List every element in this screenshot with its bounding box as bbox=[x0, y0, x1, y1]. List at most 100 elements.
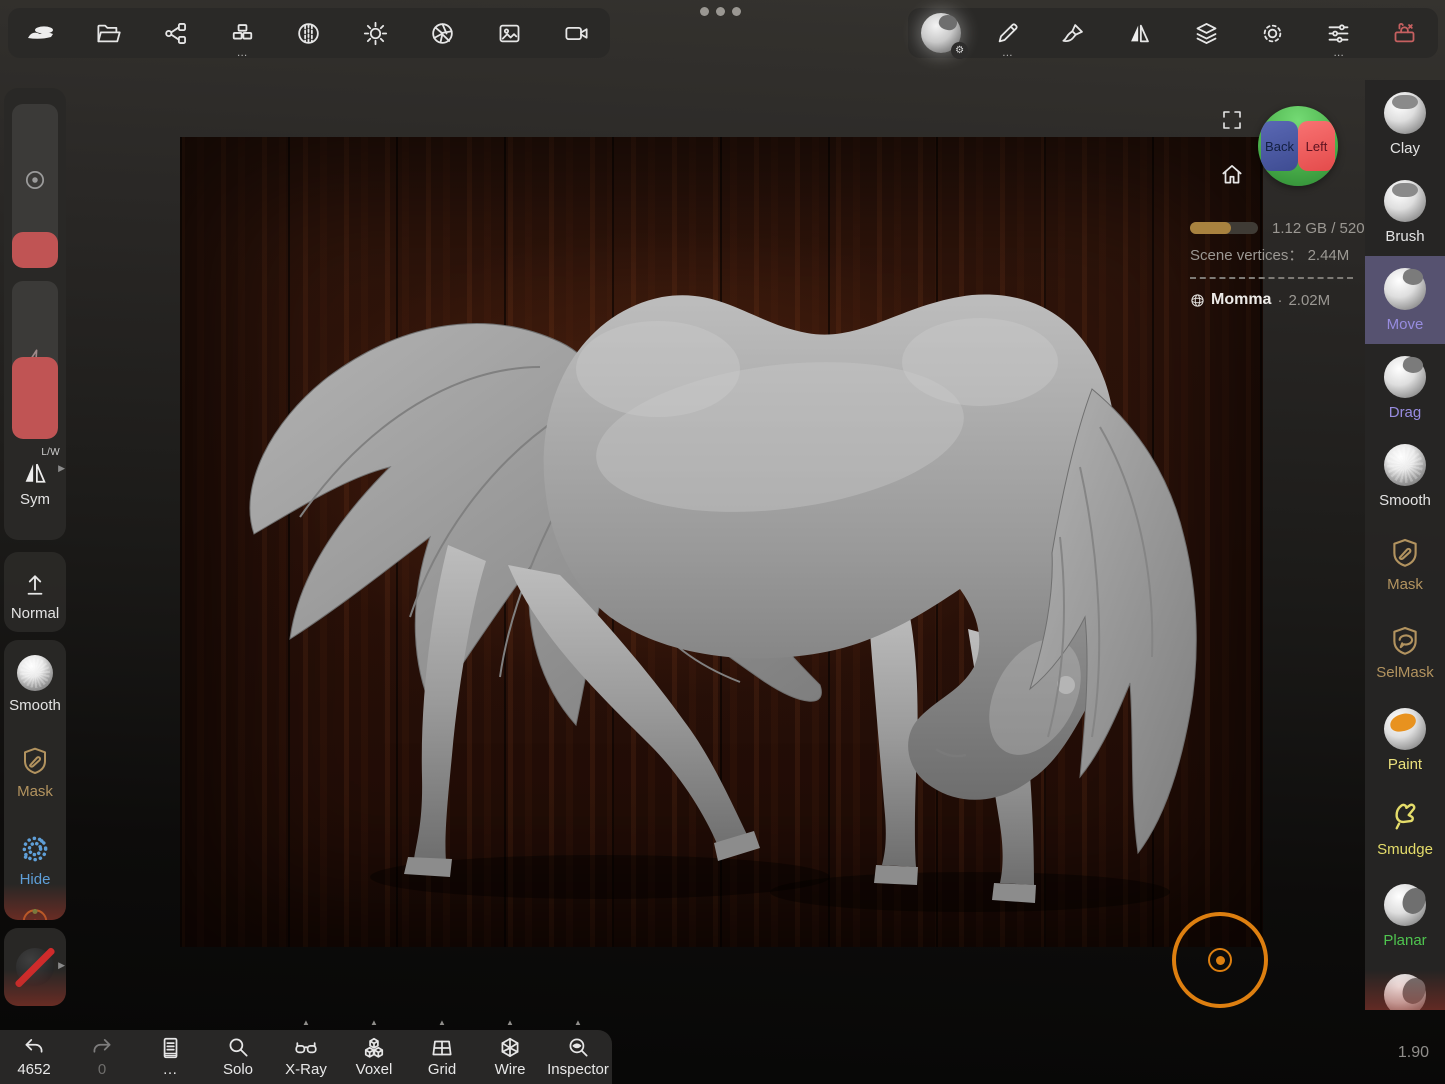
video-camera-icon bbox=[563, 20, 590, 47]
inspector-button[interactable]: ▲ Inspector bbox=[545, 1030, 611, 1084]
peek-sphere-icon bbox=[1384, 974, 1426, 1010]
radius-circle-icon bbox=[21, 166, 49, 194]
symmetry-toggle[interactable]: L/W ▶ Sym bbox=[4, 439, 66, 529]
layers-button[interactable] bbox=[1179, 8, 1233, 58]
memory-gauge bbox=[1190, 222, 1258, 234]
painting-button[interactable] bbox=[1047, 8, 1101, 58]
turntable-button[interactable] bbox=[549, 8, 603, 58]
orientation-sphere[interactable]: Back Left bbox=[1258, 106, 1338, 186]
nav-face-back[interactable]: Back bbox=[1261, 121, 1298, 171]
wire-caret: ▲ bbox=[506, 1018, 514, 1027]
tool-selmask[interactable]: SelMask bbox=[1365, 608, 1445, 696]
inspector-eye-icon bbox=[565, 1035, 591, 1061]
solo-button[interactable]: Solo bbox=[205, 1030, 271, 1084]
notes-button[interactable]: … bbox=[137, 1030, 203, 1084]
object-name: Momma bbox=[1211, 291, 1271, 309]
symmetry-lw-badge: L/W bbox=[41, 447, 60, 458]
matcap-sphere-icon bbox=[295, 20, 322, 47]
brush-cursor-ring bbox=[1172, 912, 1268, 1008]
gizmo-icon bbox=[20, 904, 50, 920]
undo-icon bbox=[21, 1035, 47, 1061]
stats-divider bbox=[1190, 277, 1353, 279]
scene-graph-icon bbox=[162, 20, 189, 47]
background-button[interactable] bbox=[483, 8, 537, 58]
selmask-shield-icon bbox=[1388, 624, 1422, 658]
matcap-button[interactable] bbox=[282, 8, 336, 58]
tool-brush[interactable]: Brush bbox=[1365, 168, 1445, 256]
layers-icon bbox=[1193, 20, 1220, 47]
symmetry-button[interactable] bbox=[1113, 8, 1167, 58]
fullscreen-button[interactable] bbox=[1218, 106, 1246, 134]
grid-button[interactable]: ▲ Grid bbox=[409, 1030, 475, 1084]
lighting-button[interactable] bbox=[349, 8, 403, 58]
voxel-button[interactable]: ▲ Voxel bbox=[341, 1030, 407, 1084]
aperture-icon bbox=[429, 20, 456, 47]
xray-button[interactable]: ▲ X-Ray bbox=[273, 1030, 339, 1084]
paint-sphere-icon bbox=[1384, 708, 1426, 750]
notebook-icon bbox=[157, 1035, 183, 1061]
symmetry-expand-arrow[interactable]: ▶ bbox=[58, 463, 65, 474]
smooth-quick-button[interactable]: Smooth bbox=[4, 640, 66, 728]
tool-clay[interactable]: Clay bbox=[1365, 80, 1445, 168]
mask-quick-label: Mask bbox=[17, 783, 53, 800]
move-sphere-icon bbox=[1384, 268, 1426, 310]
tool-paint[interactable]: Paint bbox=[1365, 696, 1445, 784]
inspector-label: Inspector bbox=[547, 1061, 609, 1078]
postprocess-button[interactable] bbox=[416, 8, 470, 58]
sculpt-viewport[interactable]: Back Left 1.12 GB / 520 M Scene vertices… bbox=[0, 0, 1445, 1084]
settings-button[interactable] bbox=[1245, 8, 1299, 58]
gizmo-tool-peek[interactable] bbox=[4, 904, 66, 920]
hide-quick-button[interactable]: Hide bbox=[4, 816, 66, 904]
xray-label: X-Ray bbox=[285, 1061, 327, 1078]
tool-drag[interactable]: Drag bbox=[1365, 344, 1445, 432]
zoom-value: 1.90 bbox=[1398, 1044, 1429, 1062]
toolbox-button[interactable] bbox=[1378, 8, 1432, 58]
topology-button[interactable]: … bbox=[215, 8, 269, 58]
sliders-icon bbox=[1325, 20, 1352, 47]
wire-button[interactable]: ▲ Wire bbox=[477, 1030, 543, 1084]
normal-falloff-button[interactable]: Normal bbox=[4, 552, 66, 632]
fullscreen-icon bbox=[1220, 108, 1244, 132]
bottom-toolbar: 4652 0 … Solo ▲ X-Ray bbox=[0, 1030, 612, 1084]
tool-list-panel: Clay Brush Move Drag Smooth Mask bbox=[1365, 80, 1445, 1010]
mirror-triangle-icon bbox=[1126, 20, 1153, 47]
wire-label: Wire bbox=[495, 1061, 526, 1078]
no-material-button[interactable] bbox=[4, 928, 66, 1006]
tool-mask[interactable]: Mask bbox=[1365, 520, 1445, 608]
tool-smooth[interactable]: Smooth bbox=[1365, 432, 1445, 520]
object-row: Momma · 2.02M bbox=[1190, 291, 1365, 309]
nav-face-left[interactable]: Left bbox=[1298, 121, 1335, 171]
app-logo-button[interactable] bbox=[14, 8, 68, 58]
redo-button[interactable]: 0 bbox=[69, 1030, 135, 1084]
interface-sliders-button[interactable]: … bbox=[1312, 8, 1366, 58]
undo-button[interactable]: 4652 bbox=[1, 1030, 67, 1084]
files-button[interactable] bbox=[81, 8, 135, 58]
material-slot-arrow[interactable]: ▶ bbox=[58, 960, 65, 971]
top-right-toolbar: ⚙ … bbox=[908, 8, 1438, 58]
multitask-handle[interactable] bbox=[700, 7, 741, 16]
intensity-slider[interactable] bbox=[12, 281, 58, 439]
symmetry-icon bbox=[20, 460, 50, 486]
tool-next-peek[interactable] bbox=[1365, 960, 1445, 1010]
radius-slider[interactable] bbox=[12, 104, 58, 268]
grid-icon bbox=[429, 1035, 455, 1061]
brush-cursor-inner bbox=[1208, 948, 1232, 972]
smooth-sphere-icon bbox=[17, 655, 53, 691]
tool-planar[interactable]: Planar bbox=[1365, 872, 1445, 960]
scene-graph-button[interactable] bbox=[148, 8, 202, 58]
material-button[interactable]: ⚙ bbox=[914, 8, 968, 58]
sliders-more-dots: … bbox=[1312, 49, 1366, 57]
notes-more-dots: … bbox=[163, 1061, 178, 1078]
normal-label: Normal bbox=[11, 605, 59, 622]
tool-selmask-label: SelMask bbox=[1376, 664, 1434, 681]
xray-glasses-icon bbox=[293, 1035, 319, 1061]
voxel-caret: ▲ bbox=[370, 1018, 378, 1027]
nomad-logo-icon bbox=[26, 20, 56, 46]
tool-move[interactable]: Move bbox=[1365, 256, 1445, 344]
home-view-button[interactable] bbox=[1218, 160, 1246, 188]
mask-quick-button[interactable]: Mask bbox=[4, 728, 66, 816]
stroke-pencil-button[interactable]: … bbox=[980, 8, 1034, 58]
undo-count: 4652 bbox=[17, 1061, 50, 1078]
voxel-label: Voxel bbox=[356, 1061, 393, 1078]
tool-smudge[interactable]: Smudge bbox=[1365, 784, 1445, 872]
